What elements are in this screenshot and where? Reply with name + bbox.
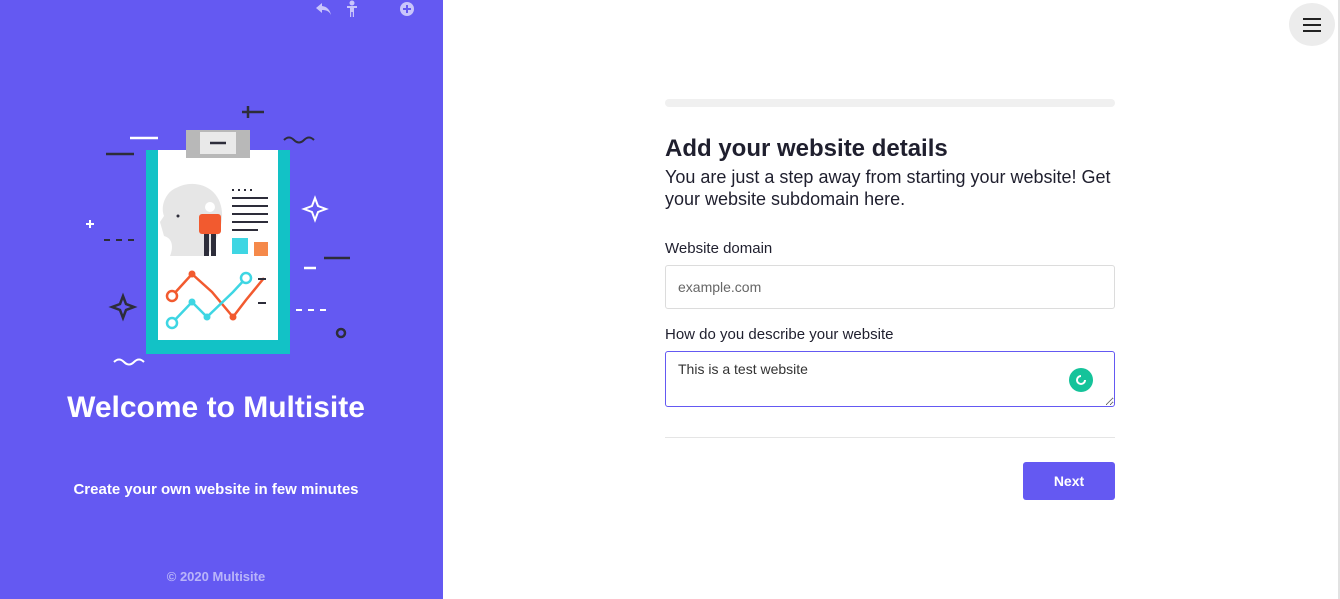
clipboard-analytics-illustration [86,106,350,366]
website-description-label: How do you describe your website [665,326,894,343]
copyright-text: © 2020 Multisite [166,569,266,584]
grammarly-icon[interactable] [1069,368,1093,392]
hamburger-menu-icon[interactable] [1289,3,1335,46]
next-button[interactable]: Next [1023,462,1115,500]
welcome-title: Welcome to Multisite [67,391,365,424]
form-subtitle: You are just a step away from starting y… [665,167,1111,209]
website-details-form: Add your website details You are just a … [665,99,1115,500]
step-progress-bar [665,99,1115,107]
website-description-wrapper [665,351,1115,407]
welcome-tagline: Create your own website in few minutes [73,481,359,498]
welcome-panel: Welcome to Multisite Create your own web… [0,0,443,599]
form-divider [665,437,1115,438]
website-domain-input[interactable] [665,265,1115,309]
website-domain-label: Website domain [665,240,773,257]
website-description-textarea[interactable] [665,351,1115,407]
add-circle-icon[interactable] [398,0,416,18]
undo-icon[interactable] [315,0,333,18]
accessibility-person-icon[interactable] [343,0,361,18]
form-title: Add your website details [665,135,948,162]
